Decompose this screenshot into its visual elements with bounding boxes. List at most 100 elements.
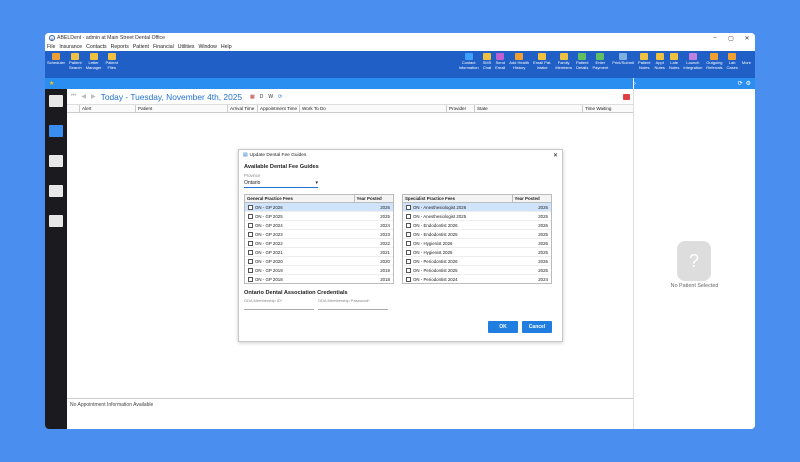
collapse-arrow-icon[interactable]: ›	[634, 81, 636, 87]
row-checkbox[interactable]	[406, 267, 411, 273]
sidebar-table-icon[interactable]	[49, 215, 63, 227]
enter-payment-button[interactable]: Enter Payment	[590, 53, 610, 70]
province-select[interactable]: Ontario ▾	[244, 180, 318, 188]
more-button[interactable]: More	[740, 53, 753, 70]
table-row[interactable]: ON - GP 2023 2023	[245, 230, 393, 239]
menu-file[interactable]: File	[47, 44, 55, 50]
table-row[interactable]: ON - Periodontist 2024 2024	[403, 275, 551, 283]
table-row[interactable]: ON - GP 2026 2026	[245, 203, 393, 212]
contact-info-button[interactable]: Contact Information	[457, 53, 481, 70]
table-row[interactable]: ON - GP 2020 2020	[245, 257, 393, 266]
patient-search-button[interactable]: Patient Search	[67, 53, 84, 70]
health-history-button[interactable]: Add Health History	[507, 53, 531, 70]
print-submit-button[interactable]: Print/Submit	[610, 53, 636, 70]
table-row[interactable]: ON - Anesthesiologist 2026 2026	[403, 203, 551, 212]
row-checkbox[interactable]	[406, 240, 411, 246]
sidebar-grid-icon[interactable]	[49, 95, 63, 107]
close-button[interactable]: ✕	[739, 35, 755, 42]
row-checkbox[interactable]	[248, 213, 253, 219]
sidebar-layout-icon[interactable]	[49, 185, 63, 197]
row-checkbox[interactable]	[248, 240, 253, 246]
menu-patient[interactable]: Patient	[133, 44, 149, 50]
row-checkbox[interactable]	[406, 258, 411, 264]
row-checkbox[interactable]	[248, 231, 253, 237]
row-checkbox[interactable]	[248, 222, 253, 228]
column-header[interactable]: State	[474, 105, 582, 112]
nav-next-icon[interactable]: ▶	[91, 93, 96, 100]
table-row[interactable]: ON - Hygienist 2026 2026	[403, 239, 551, 248]
col-name-header[interactable]: Specialist Practice Fees	[403, 195, 512, 202]
maximize-button[interactable]: ▢	[723, 35, 739, 42]
calendar-icon[interactable]: ▦	[250, 94, 255, 100]
week-view-button[interactable]: W	[268, 94, 273, 100]
refresh-icon[interactable]: ⟳	[738, 80, 743, 87]
row-checkbox[interactable]	[406, 213, 411, 219]
table-row[interactable]: ON - GP 2022 2022	[245, 239, 393, 248]
column-header[interactable]: Work To Do	[299, 105, 446, 112]
row-checkbox[interactable]	[406, 249, 411, 255]
table-row[interactable]: ON - Hygienist 2025 2025	[403, 248, 551, 257]
patient-files-button[interactable]: Patient Files	[104, 53, 120, 70]
menu-contacts[interactable]: Contacts	[86, 44, 106, 50]
col-year-header[interactable]: Year Posted	[511, 195, 551, 202]
row-checkbox[interactable]	[406, 222, 411, 228]
menu-help[interactable]: Help	[221, 44, 232, 50]
settings-gear-icon[interactable]: ⚙	[746, 80, 751, 87]
refresh-schedule-icon[interactable]: ⟳	[278, 94, 282, 100]
row-checkbox[interactable]	[248, 249, 253, 255]
row-checkbox[interactable]	[406, 204, 411, 210]
row-checkbox[interactable]	[248, 258, 253, 264]
table-row[interactable]: ON - GP 2019 2019	[245, 266, 393, 275]
family-members-button[interactable]: Family Members	[553, 53, 574, 70]
row-checkbox[interactable]	[406, 276, 411, 282]
menu-window[interactable]: Window	[198, 44, 216, 50]
table-row[interactable]: ON - GP 2018 2018	[245, 275, 393, 283]
column-header[interactable]: Time Waiting	[582, 105, 618, 112]
sidebar-schedule-icon[interactable]	[49, 125, 63, 137]
table-row[interactable]: ON - Periodontist 2026 2026	[403, 257, 551, 266]
email-intake-button[interactable]: Email Pat. Intake	[531, 53, 553, 70]
day-view-button[interactable]: D	[260, 94, 264, 100]
column-header[interactable]: Provider	[446, 105, 474, 112]
row-checkbox[interactable]	[406, 231, 411, 237]
column-header[interactable]: Patient	[135, 105, 227, 112]
sidebar-calendar-icon[interactable]	[49, 155, 63, 167]
row-checkbox[interactable]	[248, 204, 253, 210]
table-row[interactable]: ON - Anesthesiologist 2025 2025	[403, 212, 551, 221]
col-year-header[interactable]: Year Posted	[353, 195, 393, 202]
column-header[interactable]: Alert	[79, 105, 135, 112]
launch-integration-button[interactable]: Launch Integration	[681, 53, 704, 70]
date-title[interactable]: Today - Tuesday, November 4th, 2025	[101, 92, 242, 102]
nav-first-icon[interactable]: ⏮	[71, 93, 76, 100]
flag-icon[interactable]	[623, 93, 630, 100]
menu-insurance[interactable]: Insurance	[59, 44, 82, 50]
cancel-button[interactable]: Cancel	[522, 321, 552, 333]
membership-id-field[interactable]: ODA Membership ID*	[244, 298, 314, 310]
late-notes-button[interactable]: Late Notes	[667, 53, 681, 70]
menu-financial[interactable]: Financial	[153, 44, 174, 50]
column-header[interactable]: Appointment Time	[257, 105, 299, 112]
minimize-button[interactable]: –	[707, 35, 723, 42]
row-checkbox[interactable]	[248, 276, 253, 282]
table-row[interactable]: ON - GP 2024 2024	[245, 221, 393, 230]
column-header[interactable]: Arrival Time	[227, 105, 257, 112]
membership-password-field[interactable]: ODA Membership Password*	[318, 298, 388, 310]
table-row[interactable]: ON - GP 2021 2021	[245, 248, 393, 257]
sms-chat-button[interactable]: SMS Chat	[481, 53, 494, 70]
table-row[interactable]: ON - GP 2025 2025	[245, 212, 393, 221]
send-email-button[interactable]: Send Email	[493, 53, 507, 70]
menu-utilities[interactable]: Utilities	[178, 44, 195, 50]
ok-button[interactable]: OK	[488, 321, 518, 333]
table-row[interactable]: ON - Endodontist 2025 2025	[403, 230, 551, 239]
nav-prev-icon[interactable]: ◀	[81, 93, 86, 100]
col-name-header[interactable]: General Practice Fees	[245, 195, 354, 202]
patient-notes-button[interactable]: Patient Notes	[636, 53, 652, 70]
appt-notes-button[interactable]: Appt Notes	[652, 53, 666, 70]
scheduler-button[interactable]: Scheduler	[45, 53, 67, 70]
table-row[interactable]: ON - Endodontist 2026 2026	[403, 221, 551, 230]
menu-reports[interactable]: Reports	[111, 44, 129, 50]
dialog-close-icon[interactable]: ✕	[553, 152, 558, 159]
patient-details-button[interactable]: Patient Details	[574, 53, 590, 70]
letter-manager-button[interactable]: Letter Manager	[84, 53, 104, 70]
favorite-star-icon[interactable]: ★	[49, 80, 54, 87]
